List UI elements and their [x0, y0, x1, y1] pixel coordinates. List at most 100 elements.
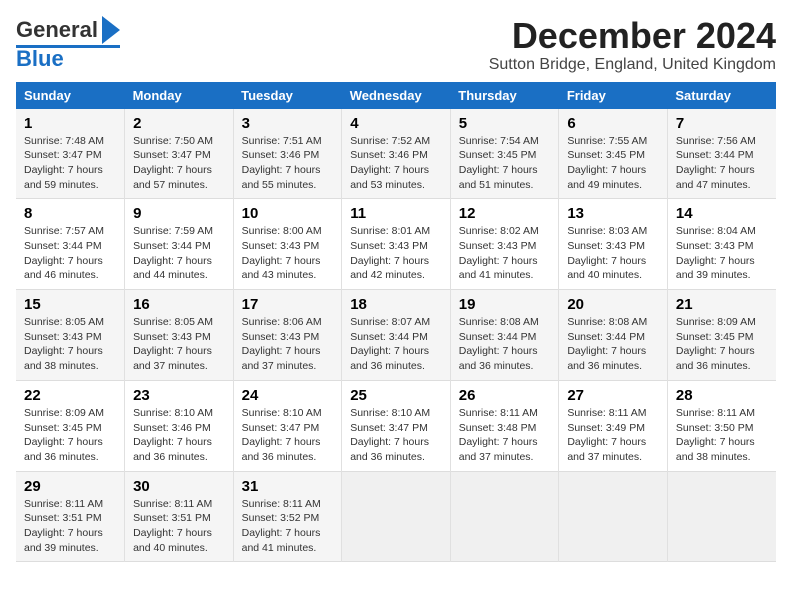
- header-saturday: Saturday: [667, 82, 776, 109]
- calendar-cell: 15Sunrise: 8:05 AMSunset: 3:43 PMDayligh…: [16, 290, 125, 381]
- header-sunday: Sunday: [16, 82, 125, 109]
- calendar-cell: 4Sunrise: 7:52 AMSunset: 3:46 PMDaylight…: [342, 109, 451, 199]
- cell-info: Sunrise: 7:54 AMSunset: 3:45 PMDaylight:…: [459, 134, 551, 193]
- day-number: 25: [350, 387, 442, 404]
- day-number: 31: [242, 478, 334, 495]
- cell-info: Sunrise: 8:11 AMSunset: 3:48 PMDaylight:…: [459, 406, 551, 465]
- day-number: 19: [459, 296, 551, 313]
- day-number: 29: [24, 478, 116, 495]
- calendar-cell: 9Sunrise: 7:59 AMSunset: 3:44 PMDaylight…: [125, 199, 234, 290]
- calendar-cell: [559, 471, 668, 562]
- calendar-cell: 28Sunrise: 8:11 AMSunset: 3:50 PMDayligh…: [667, 380, 776, 471]
- header-wednesday: Wednesday: [342, 82, 451, 109]
- page-title: December 2024: [489, 16, 776, 56]
- cell-info: Sunrise: 8:11 AMSunset: 3:51 PMDaylight:…: [133, 497, 225, 556]
- day-number: 16: [133, 296, 225, 313]
- cell-info: Sunrise: 8:11 AMSunset: 3:52 PMDaylight:…: [242, 497, 334, 556]
- calendar-cell: 5 Sunrise: 7:54 AMSunset: 3:45 PMDaylight…: [450, 109, 559, 199]
- day-number: 2: [133, 115, 225, 132]
- calendar-cell: [342, 471, 451, 562]
- day-number: 1: [24, 115, 116, 132]
- calendar-body: 1 Sunrise: 7:48 AMSunset: 3:47 PMDaylight…: [16, 109, 776, 562]
- week-row-3: 15Sunrise: 8:05 AMSunset: 3:43 PMDayligh…: [16, 290, 776, 381]
- week-row-1: 1 Sunrise: 7:48 AMSunset: 3:47 PMDaylight…: [16, 109, 776, 199]
- calendar-cell: 23 Sunrise: 8:10 AMSunset: 3:46 PMDayligh…: [125, 380, 234, 471]
- calendar-cell: 6 Sunrise: 7:55 AMSunset: 3:45 PMDaylight…: [559, 109, 668, 199]
- calendar-table: SundayMondayTuesdayWednesdayThursdayFrid…: [16, 82, 776, 563]
- cell-info: Sunrise: 8:01 AMSunset: 3:43 PMDaylight:…: [350, 224, 442, 283]
- calendar-cell: 27 Sunrise: 8:11 AMSunset: 3:49 PMDayligh…: [559, 380, 668, 471]
- cell-info: Sunrise: 7:51 AMSunset: 3:46 PMDaylight:…: [242, 134, 334, 193]
- cell-info: Sunrise: 8:10 AMSunset: 3:47 PMDaylight:…: [350, 406, 442, 465]
- cell-info: Sunrise: 7:48 AMSunset: 3:47 PMDaylight:…: [24, 134, 116, 193]
- cell-info: Sunrise: 8:09 AMSunset: 3:45 PMDaylight:…: [24, 406, 116, 465]
- cell-info: Sunrise: 8:10 AMSunset: 3:46 PMDaylight:…: [133, 406, 225, 465]
- day-number: 13: [567, 205, 659, 222]
- calendar-cell: 31 Sunrise: 8:11 AMSunset: 3:52 PMDayligh…: [233, 471, 342, 562]
- cell-info: Sunrise: 7:50 AMSunset: 3:47 PMDaylight:…: [133, 134, 225, 193]
- cell-info: Sunrise: 7:57 AMSunset: 3:44 PMDaylight:…: [24, 224, 116, 283]
- cell-info: Sunrise: 7:55 AMSunset: 3:45 PMDaylight:…: [567, 134, 659, 193]
- calendar-header: SundayMondayTuesdayWednesdayThursdayFrid…: [16, 82, 776, 109]
- cell-info: Sunrise: 8:11 AMSunset: 3:51 PMDaylight:…: [24, 497, 116, 556]
- cell-info: Sunrise: 8:11 AMSunset: 3:50 PMDaylight:…: [676, 406, 768, 465]
- calendar-cell: 24Sunrise: 8:10 AMSunset: 3:47 PMDayligh…: [233, 380, 342, 471]
- cell-info: Sunrise: 8:02 AMSunset: 3:43 PMDaylight:…: [459, 224, 551, 283]
- calendar-cell: 2 Sunrise: 7:50 AMSunset: 3:47 PMDaylight…: [125, 109, 234, 199]
- header-monday: Monday: [125, 82, 234, 109]
- cell-info: Sunrise: 8:11 AMSunset: 3:49 PMDaylight:…: [567, 406, 659, 465]
- day-number: 24: [242, 387, 334, 404]
- day-number: 26: [459, 387, 551, 404]
- calendar-cell: 22 Sunrise: 8:09 AMSunset: 3:45 PMDayligh…: [16, 380, 125, 471]
- calendar-cell: 10Sunrise: 8:00 AMSunset: 3:43 PMDayligh…: [233, 199, 342, 290]
- calendar-cell: 29 Sunrise: 8:11 AMSunset: 3:51 PMDayligh…: [16, 471, 125, 562]
- day-number: 20: [567, 296, 659, 313]
- logo-blue-text: Blue: [16, 48, 64, 70]
- calendar-cell: 8Sunrise: 7:57 AMSunset: 3:44 PMDaylight…: [16, 199, 125, 290]
- day-number: 12: [459, 205, 551, 222]
- day-number: 22: [24, 387, 116, 404]
- calendar-cell: 26 Sunrise: 8:11 AMSunset: 3:48 PMDayligh…: [450, 380, 559, 471]
- day-number: 18: [350, 296, 442, 313]
- calendar-cell: 18 Sunrise: 8:07 AMSunset: 3:44 PMDayligh…: [342, 290, 451, 381]
- day-number: 14: [676, 205, 768, 222]
- calendar-cell: 19 Sunrise: 8:08 AMSunset: 3:44 PMDayligh…: [450, 290, 559, 381]
- day-number: 10: [242, 205, 334, 222]
- week-row-2: 8Sunrise: 7:57 AMSunset: 3:44 PMDaylight…: [16, 199, 776, 290]
- calendar-cell: 13Sunrise: 8:03 AMSunset: 3:43 PMDayligh…: [559, 199, 668, 290]
- cell-info: Sunrise: 8:08 AMSunset: 3:44 PMDaylight:…: [459, 315, 551, 374]
- day-number: 4: [350, 115, 442, 132]
- day-number: 27: [567, 387, 659, 404]
- day-number: 30: [133, 478, 225, 495]
- day-number: 7: [676, 115, 768, 132]
- cell-info: Sunrise: 7:56 AMSunset: 3:44 PMDaylight:…: [676, 134, 768, 193]
- day-number: 21: [676, 296, 768, 313]
- header-tuesday: Tuesday: [233, 82, 342, 109]
- calendar-cell: 16 Sunrise: 8:05 AMSunset: 3:43 PMDayligh…: [125, 290, 234, 381]
- cell-info: Sunrise: 8:04 AMSunset: 3:43 PMDaylight:…: [676, 224, 768, 283]
- calendar-cell: 30 Sunrise: 8:11 AMSunset: 3:51 PMDayligh…: [125, 471, 234, 562]
- week-row-4: 22 Sunrise: 8:09 AMSunset: 3:45 PMDayligh…: [16, 380, 776, 471]
- day-number: 23: [133, 387, 225, 404]
- page-subtitle: Sutton Bridge, England, United Kingdom: [489, 56, 776, 74]
- calendar-cell: 14 Sunrise: 8:04 AMSunset: 3:43 PMDayligh…: [667, 199, 776, 290]
- day-number: 6: [567, 115, 659, 132]
- cell-info: Sunrise: 8:07 AMSunset: 3:44 PMDaylight:…: [350, 315, 442, 374]
- cell-info: Sunrise: 8:05 AMSunset: 3:43 PMDaylight:…: [24, 315, 116, 374]
- cell-info: Sunrise: 8:06 AMSunset: 3:43 PMDaylight:…: [242, 315, 334, 374]
- header-thursday: Thursday: [450, 82, 559, 109]
- day-number: 11: [350, 205, 442, 222]
- calendar-cell: 12 Sunrise: 8:02 AMSunset: 3:43 PMDayligh…: [450, 199, 559, 290]
- header-friday: Friday: [559, 82, 668, 109]
- cell-info: Sunrise: 8:05 AMSunset: 3:43 PMDaylight:…: [133, 315, 225, 374]
- calendar-cell: 17Sunrise: 8:06 AMSunset: 3:43 PMDayligh…: [233, 290, 342, 381]
- week-row-5: 29 Sunrise: 8:11 AMSunset: 3:51 PMDayligh…: [16, 471, 776, 562]
- calendar-cell: [450, 471, 559, 562]
- calendar-cell: 25 Sunrise: 8:10 AMSunset: 3:47 PMDayligh…: [342, 380, 451, 471]
- calendar-cell: 1 Sunrise: 7:48 AMSunset: 3:47 PMDaylight…: [16, 109, 125, 199]
- logo-text: General: [16, 19, 98, 41]
- calendar-cell: 3Sunrise: 7:51 AMSunset: 3:46 PMDaylight…: [233, 109, 342, 199]
- calendar-cell: 7 Sunrise: 7:56 AMSunset: 3:44 PMDaylight…: [667, 109, 776, 199]
- day-number: 5: [459, 115, 551, 132]
- calendar-cell: [667, 471, 776, 562]
